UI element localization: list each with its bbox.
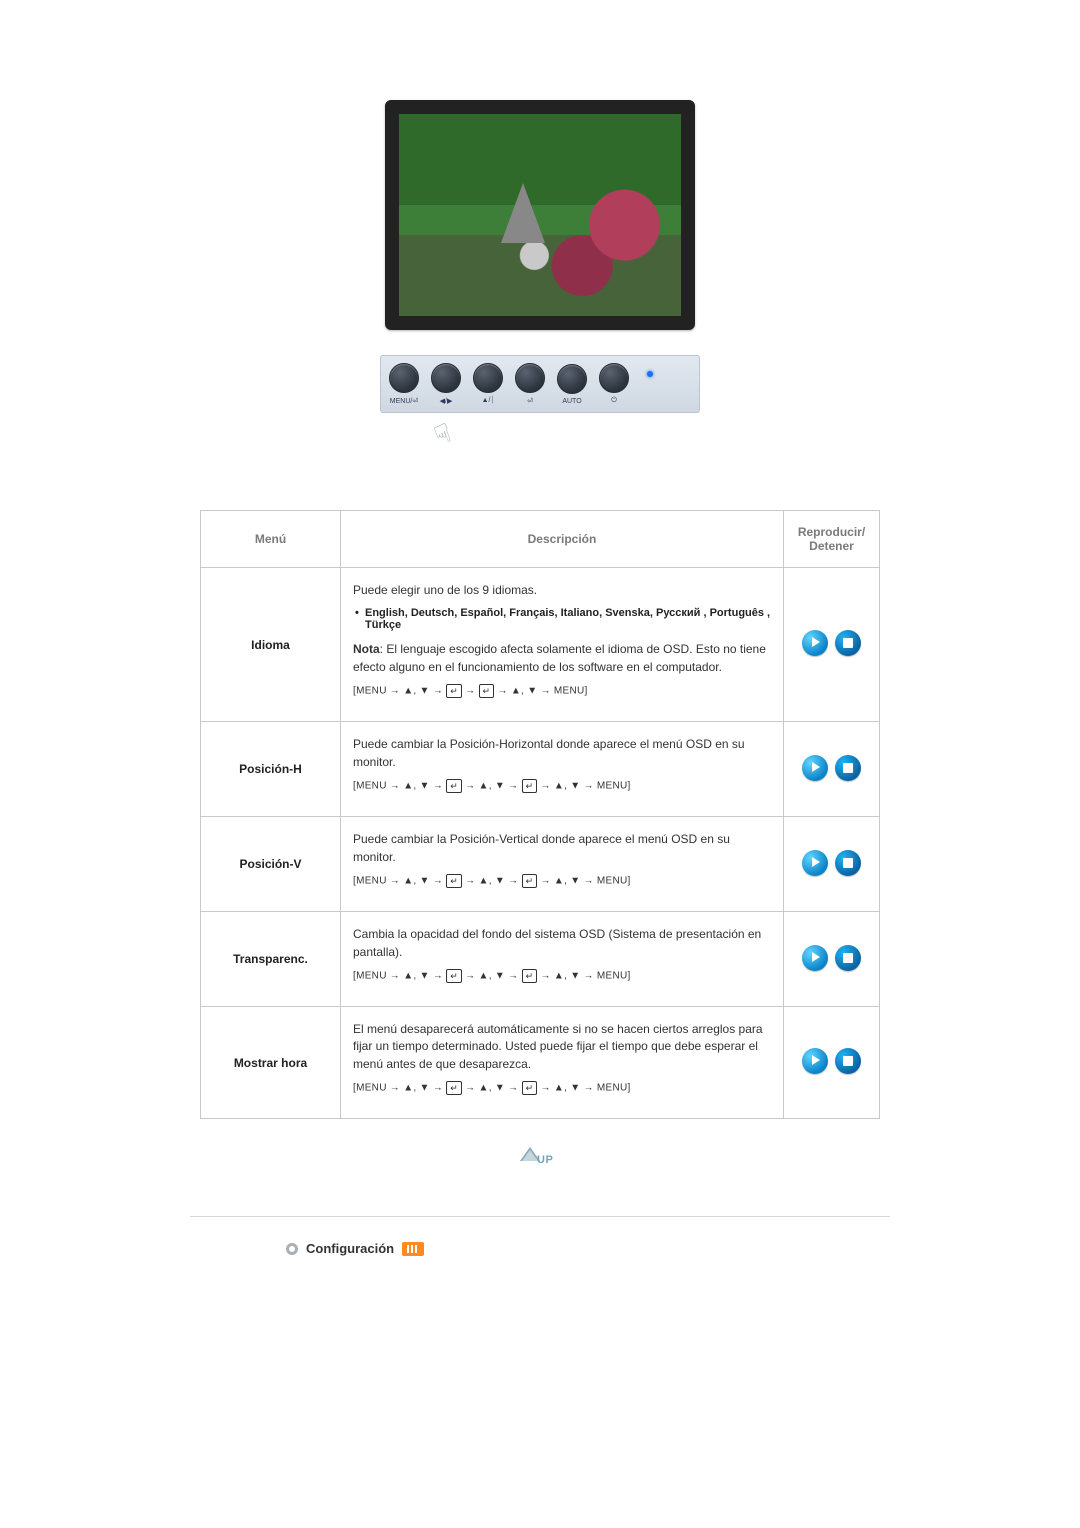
play-button[interactable] (802, 850, 828, 876)
idioma-nota: Nota: El lenguaje escogido afecta solame… (353, 641, 771, 676)
panel-btn-enter (515, 363, 545, 393)
stop-button[interactable] (835, 945, 861, 971)
panel-btn-left-right (431, 363, 461, 393)
nav-sequence: [MENU → ▲, ▼ → ↵ → ▲, ▼ → ↵ → ▲, ▼ → MEN… (353, 1081, 771, 1096)
monitor-button-panel: MENU/⏎ ◀/▶ ▲/⏐ ⏎ AUTO ⏻ ☟ (380, 355, 700, 450)
posv-desc: Puede cambiar la Posición-Vertical donde… (353, 831, 771, 866)
play-button[interactable] (802, 630, 828, 656)
panel-lbl: ⏻ (611, 397, 617, 405)
power-led-icon (647, 371, 653, 377)
play-button[interactable] (802, 1048, 828, 1074)
panel-btn-up (473, 363, 503, 393)
posh-desc: Puede cambiar la Posición-Horizontal don… (353, 736, 771, 771)
panel-lbl: ▲/⏐ (482, 397, 495, 405)
osd-options-table: Menú Descripción Reproducir/ Detener Idi… (200, 510, 880, 1119)
enter-key-icon: ↵ (446, 779, 462, 793)
mostrar-desc: El menú desaparecerá automáticamente si … (353, 1021, 771, 1073)
stop-button[interactable] (835, 850, 861, 876)
play-button[interactable] (802, 755, 828, 781)
stop-button[interactable] (835, 1048, 861, 1074)
enter-key-icon: ↵ (446, 684, 462, 698)
table-row: Mostrar hora El menú desaparecerá automá… (201, 1007, 880, 1119)
panel-lbl: AUTO (562, 398, 581, 405)
th-play: Reproducir/ Detener (784, 511, 880, 568)
section-divider (190, 1216, 890, 1217)
idioma-line1: Puede elegir uno de los 9 idiomas. (353, 582, 771, 599)
enter-key-icon: ↵ (522, 969, 538, 983)
enter-key-icon: ↵ (479, 684, 495, 698)
stop-button[interactable] (835, 755, 861, 781)
nav-sequence: [MENU → ▲, ▼ → ↵ → ▲, ▼ → ↵ → ▲, ▼ → MEN… (353, 969, 771, 984)
nota-text: : El lenguaje escogido afecta solamente … (353, 642, 766, 673)
setup-icon (402, 1242, 424, 1256)
row-menu-label: Idioma (201, 568, 341, 722)
panel-btn-auto (557, 364, 587, 394)
transp-desc: Cambia la opacidad del fondo del sistema… (353, 926, 771, 961)
section-heading: Configuración (286, 1241, 890, 1256)
hand-pointer-icon: ☟ (430, 417, 455, 452)
enter-key-icon: ↵ (522, 779, 538, 793)
row-menu-label: Mostrar hora (201, 1007, 341, 1119)
table-row: Posición-H Puede cambiar la Posición-Hor… (201, 722, 880, 817)
stop-button[interactable] (835, 630, 861, 656)
play-button[interactable] (802, 945, 828, 971)
up-label: UP (537, 1154, 553, 1166)
nav-sequence: [MENU → ▲, ▼ → ↵ → ▲, ▼ → ↵ → ▲, ▼ → MEN… (353, 779, 771, 794)
panel-lbl: MENU/⏎ (390, 397, 418, 405)
panel-lbl: ◀/▶ (440, 397, 453, 405)
panel-btn-menu (389, 363, 419, 393)
enter-key-icon: ↵ (446, 969, 462, 983)
nav-sequence: [MENU → ▲, ▼ → ↵ → ▲, ▼ → ↵ → ▲, ▼ → MEN… (353, 874, 771, 889)
panel-btn-power (599, 363, 629, 393)
enter-key-icon: ↵ (446, 1081, 462, 1095)
table-row: Transparenc. Cambia la opacidad del fond… (201, 912, 880, 1007)
enter-key-icon: ↵ (446, 874, 462, 888)
row-menu-label: Transparenc. (201, 912, 341, 1007)
monitor-screenshot (385, 100, 695, 330)
row-menu-label: Posición-H (201, 722, 341, 817)
bullet-icon (286, 1243, 298, 1255)
panel-lbl: ⏎ (527, 397, 533, 405)
idioma-languages: English, Deutsch, Español, Français, Ita… (365, 607, 771, 631)
section-title: Configuración (306, 1241, 394, 1256)
nav-sequence: [MENU → ▲, ▼ → ↵ → ↵ → ▲, ▼ → MENU] (353, 684, 771, 699)
row-menu-label: Posición-V (201, 817, 341, 912)
th-menu: Menú (201, 511, 341, 568)
up-arrow-icon (522, 1150, 538, 1161)
scroll-up-button[interactable]: UP (520, 1147, 560, 1173)
enter-key-icon: ↵ (522, 874, 538, 888)
enter-key-icon: ↵ (522, 1081, 538, 1095)
table-row: Idioma Puede elegir uno de los 9 idiomas… (201, 568, 880, 722)
table-row: Posición-V Puede cambiar la Posición-Ver… (201, 817, 880, 912)
nota-label: Nota (353, 642, 380, 656)
th-desc: Descripción (341, 511, 784, 568)
